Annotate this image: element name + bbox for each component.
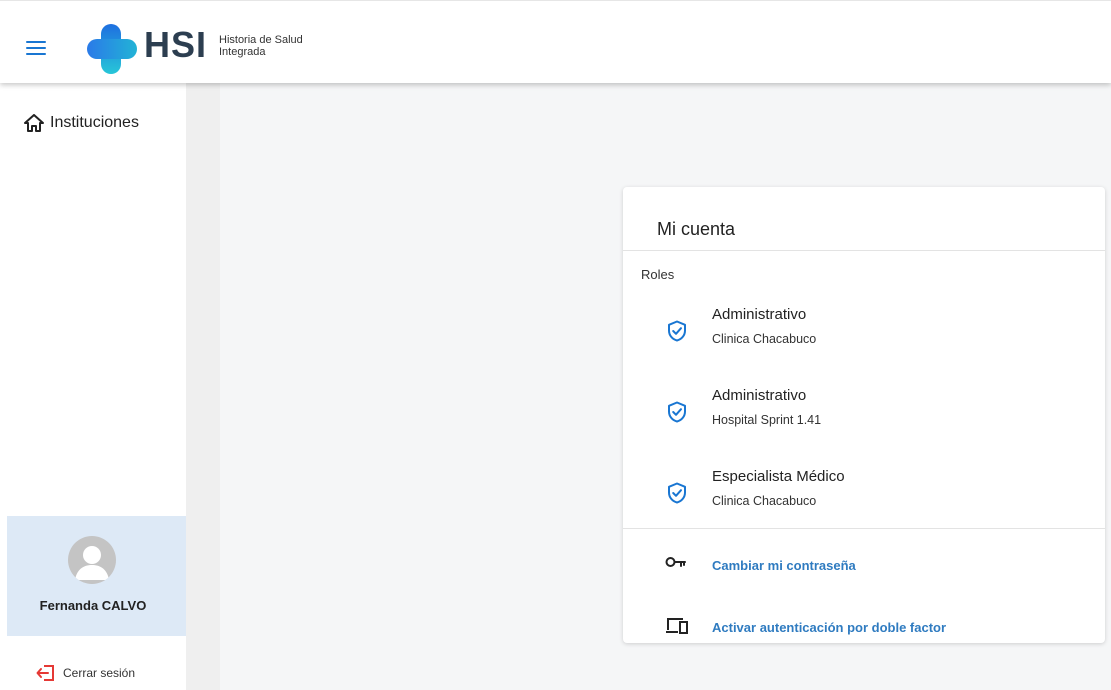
change-password-label: Cambiar mi contraseña: [712, 558, 856, 573]
verified-shield-icon: [668, 482, 686, 504]
avatar: [68, 536, 116, 584]
role-item: Administrativo Hospital Sprint 1.41: [623, 387, 1105, 457]
logo-subtitle-line1: Historia de Salud: [219, 34, 303, 46]
account-card: Mi cuenta Roles Administrativo Clinica C…: [623, 187, 1105, 643]
sidebar-item-label: Instituciones: [50, 114, 139, 131]
user-profile: Fernanda CALVO: [7, 516, 186, 636]
roles-label: Roles: [641, 267, 675, 282]
role-institution: Clinica Chacabuco: [712, 332, 817, 346]
devices-icon: [666, 618, 688, 634]
sidebar-gutter: [186, 82, 220, 690]
role-item: Administrativo Clinica Chacabuco: [623, 306, 1105, 376]
user-name: Fernanda CALVO: [39, 598, 147, 613]
change-password-button[interactable]: Cambiar mi contraseña: [623, 549, 1105, 589]
logo-text: HSI: [144, 24, 208, 65]
role-name: Administrativo: [712, 387, 807, 404]
logout-icon: [36, 665, 54, 681]
logo-subtitle-line2: Integrada: [219, 46, 266, 58]
role-name: Especialista Médico: [712, 468, 845, 485]
divider: [623, 250, 1105, 251]
page-title: Mi cuenta: [657, 219, 736, 239]
role-name: Administrativo: [712, 306, 807, 323]
divider: [623, 528, 1105, 529]
verified-shield-icon: [668, 401, 686, 423]
verified-shield-icon: [668, 320, 686, 342]
top-bar: HSI Historia de Salud Integrada: [0, 0, 1111, 83]
logout-label: Cerrar sesión: [63, 666, 136, 680]
home-icon: [24, 114, 44, 132]
key-icon: [665, 557, 686, 567]
role-institution: Hospital Sprint 1.41: [712, 413, 822, 427]
logo-subtitle: Historia de Salud Integrada: [219, 34, 303, 58]
two-factor-button[interactable]: Activar autenticación por doble factor: [623, 611, 1105, 651]
logout-button[interactable]: Cerrar sesión: [36, 664, 135, 682]
hsi-logo-icon: [87, 24, 137, 74]
two-factor-label: Activar autenticación por doble factor: [712, 620, 947, 635]
menu-icon[interactable]: [26, 41, 46, 56]
role-institution: Clinica Chacabuco: [712, 494, 817, 508]
sidebar-item-instituciones[interactable]: Instituciones: [24, 114, 139, 132]
